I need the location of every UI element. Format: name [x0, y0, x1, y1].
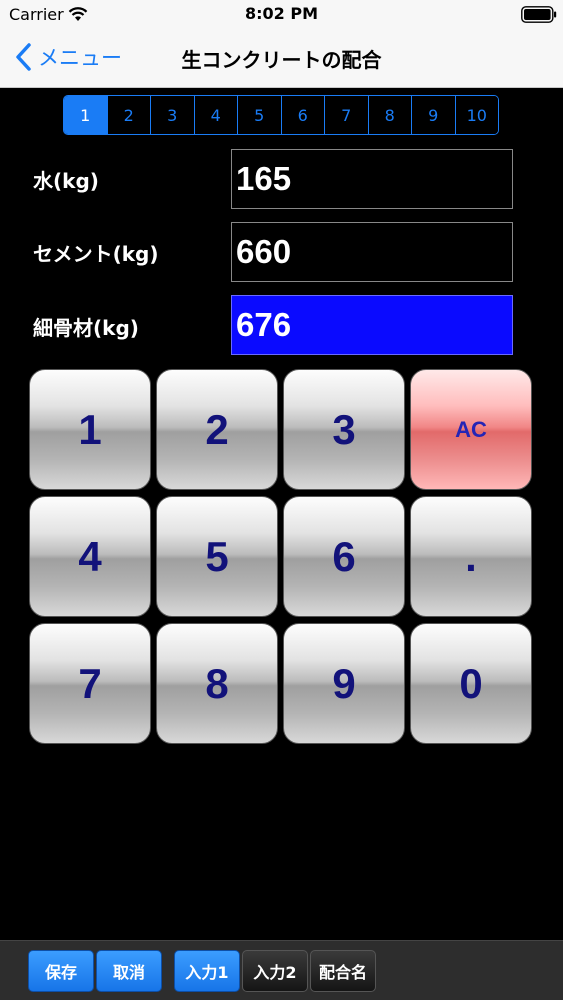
segment-1[interactable]: 1: [64, 96, 108, 134]
fine-aggregate-label: 細骨材(kg): [33, 316, 139, 340]
segment-6[interactable]: 6: [281, 96, 325, 134]
key-3[interactable]: 3: [283, 369, 405, 490]
save-button[interactable]: 保存: [28, 950, 94, 992]
app-window: Carrier 8:02 PM メニュー 生コンクリートの配合 1 2 3 4 …: [0, 0, 563, 1000]
segment-7[interactable]: 7: [325, 96, 369, 134]
battery-icon: [521, 6, 557, 23]
all-clear-key[interactable]: AC: [410, 369, 532, 490]
decimal-point-key[interactable]: .: [410, 496, 532, 617]
cement-label: セメント(kg): [33, 242, 159, 266]
segment-3[interactable]: 3: [151, 96, 195, 134]
bottom-toolbar: 保存 取消 入力1 入力2 配合名: [0, 940, 563, 1000]
segment-9[interactable]: 9: [412, 96, 456, 134]
water-field[interactable]: 165: [231, 149, 513, 209]
key-4[interactable]: 4: [29, 496, 151, 617]
key-6[interactable]: 6: [283, 496, 405, 617]
key-1[interactable]: 1: [29, 369, 151, 490]
segment-2[interactable]: 2: [107, 96, 151, 134]
segment-4[interactable]: 4: [194, 96, 238, 134]
key-7[interactable]: 7: [29, 623, 151, 744]
key-8[interactable]: 8: [156, 623, 278, 744]
page-title-text: 生コンクリートの配合: [181, 48, 382, 72]
mix-number-segmented-control: 1 2 3 4 5 6 7 8 9 10: [63, 95, 499, 135]
mix-name-button[interactable]: 配合名: [310, 950, 376, 992]
page-title: 生コンクリートの配合: [0, 44, 563, 73]
key-2[interactable]: 2: [156, 369, 278, 490]
status-time: 8:02 PM: [244, 4, 318, 23]
key-0[interactable]: 0: [410, 623, 532, 744]
water-label: 水(kg): [33, 169, 99, 193]
key-9[interactable]: 9: [283, 623, 405, 744]
segment-10[interactable]: 10: [455, 96, 498, 134]
cancel-button[interactable]: 取消: [96, 950, 162, 992]
input2-button[interactable]: 入力2: [242, 950, 308, 992]
segment-8[interactable]: 8: [368, 96, 412, 134]
navigation-bar: Carrier 8:02 PM メニュー 生コンクリートの配合: [0, 0, 563, 88]
key-5[interactable]: 5: [156, 496, 278, 617]
input1-button[interactable]: 入力1: [174, 950, 240, 992]
cement-field[interactable]: 660: [231, 222, 513, 282]
segment-5[interactable]: 5: [238, 96, 282, 134]
fine-aggregate-field[interactable]: 676: [231, 295, 513, 355]
